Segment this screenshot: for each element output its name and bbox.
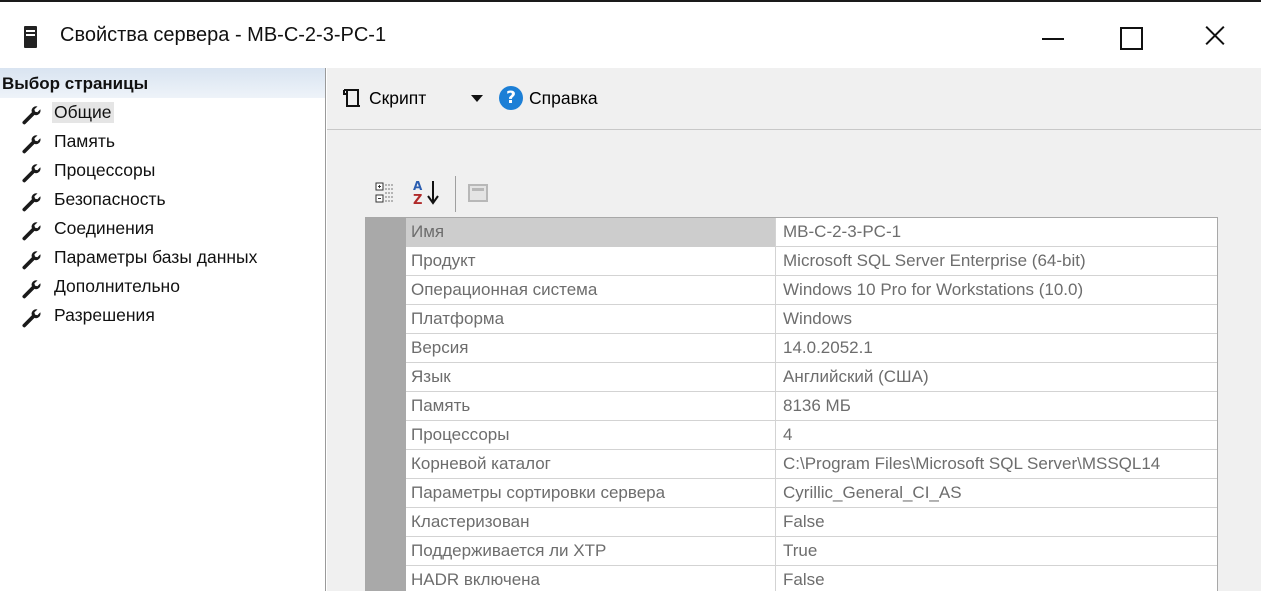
page-selector-title: Выбор страницы (2, 74, 149, 93)
page-item-security[interactable]: Безопасность (0, 187, 325, 216)
wrench-icon (22, 193, 41, 212)
script-button[interactable]: Скрипт (341, 83, 426, 113)
property-name: Память (406, 392, 776, 421)
property-name: Версия (406, 334, 776, 363)
property-value: Cyrillic_General_CI_AS (783, 483, 962, 502)
property-grid: Имя MB-C-2-3-PC-1 Продукт Microsoft SQL … (365, 217, 1218, 591)
property-row[interactable]: Параметры сортировки сервера Cyrillic_Ge… (406, 479, 1217, 508)
minimize-button[interactable] (1030, 12, 1076, 58)
property-value: Английский (США) (783, 367, 929, 386)
categorized-icon[interactable] (375, 182, 395, 204)
property-name: Корневой каталог (406, 450, 776, 479)
property-row[interactable]: Платформа Windows (406, 305, 1217, 334)
property-value: Windows 10 Pro for Workstations (10.0) (783, 280, 1084, 299)
wrench-icon (22, 222, 41, 241)
script-button-label: Скрипт (369, 87, 427, 108)
svg-text:A: A (413, 179, 423, 193)
property-name: Операционная система (406, 276, 776, 305)
property-row[interactable]: Язык Английский (США) (406, 363, 1217, 392)
page-item-label: Процессоры (54, 160, 156, 180)
property-row[interactable]: Корневой каталог C:\Program Files\Micros… (406, 450, 1217, 479)
wrench-icon (22, 106, 41, 125)
page-item-database-settings[interactable]: Параметры базы данных (0, 245, 325, 274)
page-item-permissions[interactable]: Разрешения (0, 303, 325, 332)
toolbar: Скрипт ? Справка (327, 68, 1261, 130)
property-row[interactable]: Память 8136 МБ (406, 392, 1217, 421)
property-value: False (783, 512, 825, 531)
wrench-icon (22, 135, 41, 154)
property-value: Microsoft SQL Server Enterprise (64-bit) (783, 251, 1086, 270)
property-name: Продукт (406, 247, 776, 276)
server-icon (24, 26, 37, 48)
help-button[interactable]: ? Справка (499, 83, 598, 113)
property-value: Windows (783, 309, 852, 328)
window-title: Свойства сервера - MB-C-2-3-PC-1 (60, 24, 387, 46)
wrench-icon (22, 251, 41, 270)
page-item-label: Дополнительно (54, 276, 180, 296)
property-name: Кластеризован (406, 508, 776, 537)
page-item-label: Общие (52, 102, 114, 123)
page-item-label: Параметры базы данных (54, 247, 258, 267)
property-row[interactable]: Операционная система Windows 10 Pro for … (406, 276, 1217, 305)
wrench-icon (22, 309, 41, 328)
page-selector-pane: Выбор страницы Общие Память Процессоры Б… (0, 68, 326, 591)
page-item-label: Разрешения (54, 305, 155, 325)
property-value: False (783, 570, 825, 589)
property-name: Параметры сортировки сервера (406, 479, 776, 508)
property-value: True (783, 541, 818, 560)
server-properties-window: Свойства сервера - MB-C-2-3-PC-1 Выбор с… (0, 0, 1261, 591)
sort-az-icon[interactable]: A Z (411, 177, 441, 207)
svg-text:Z: Z (413, 193, 422, 207)
page-item-label: Память (54, 131, 115, 151)
property-value: 4 (783, 425, 793, 444)
page-item-memory[interactable]: Память (0, 129, 325, 158)
wrench-icon (22, 164, 41, 183)
property-row[interactable]: Процессоры 4 (406, 421, 1217, 450)
property-name: Поддерживается ли XTP (406, 537, 776, 566)
help-icon: ? (499, 86, 523, 110)
property-name: Имя (406, 218, 776, 247)
page-item-label: Соединения (54, 218, 155, 238)
property-row[interactable]: Версия 14.0.2052.1 (406, 334, 1217, 363)
page-selector-header: Выбор страницы (0, 68, 325, 98)
wrench-icon (22, 280, 41, 299)
content-pane: Скрипт ? Справка A Z Имя MB-C-2-3-PC-1 П… (327, 68, 1261, 591)
property-value: 8136 МБ (783, 396, 851, 415)
page-list: Общие Память Процессоры Безопасность Сое… (0, 100, 325, 332)
title-bar[interactable]: Свойства сервера - MB-C-2-3-PC-1 (0, 2, 1261, 68)
property-row[interactable]: Кластеризован False (406, 508, 1217, 537)
property-value: C:\Program Files\Microsoft SQL Server\MS… (783, 454, 1161, 473)
page-item-label: Безопасность (54, 189, 166, 209)
property-row[interactable]: Продукт Microsoft SQL Server Enterprise … (406, 247, 1217, 276)
page-item-connections[interactable]: Соединения (0, 216, 325, 245)
page-item-advanced[interactable]: Дополнительно (0, 274, 325, 303)
page-item-general[interactable]: Общие (0, 100, 325, 129)
property-name: HADR включена (406, 566, 776, 591)
close-button[interactable] (1192, 12, 1238, 58)
property-name: Язык (406, 363, 776, 392)
page-item-processors[interactable]: Процессоры (0, 158, 325, 187)
property-row[interactable]: Поддерживается ли XTP True (406, 537, 1217, 566)
toolbar-separator (455, 176, 456, 212)
property-name: Процессоры (406, 421, 776, 450)
script-icon (343, 89, 360, 107)
property-row[interactable]: Имя MB-C-2-3-PC-1 (406, 218, 1217, 247)
property-pages-icon[interactable] (468, 184, 488, 202)
chevron-down-icon[interactable] (471, 95, 483, 102)
property-name: Платформа (406, 305, 776, 334)
maximize-button[interactable] (1108, 12, 1154, 58)
property-row[interactable]: HADR включена False (406, 566, 1217, 591)
property-value: MB-C-2-3-PC-1 (783, 222, 902, 241)
property-grid-margin (366, 218, 406, 591)
property-value: 14.0.2052.1 (783, 338, 873, 357)
help-button-label: Справка (529, 87, 598, 108)
